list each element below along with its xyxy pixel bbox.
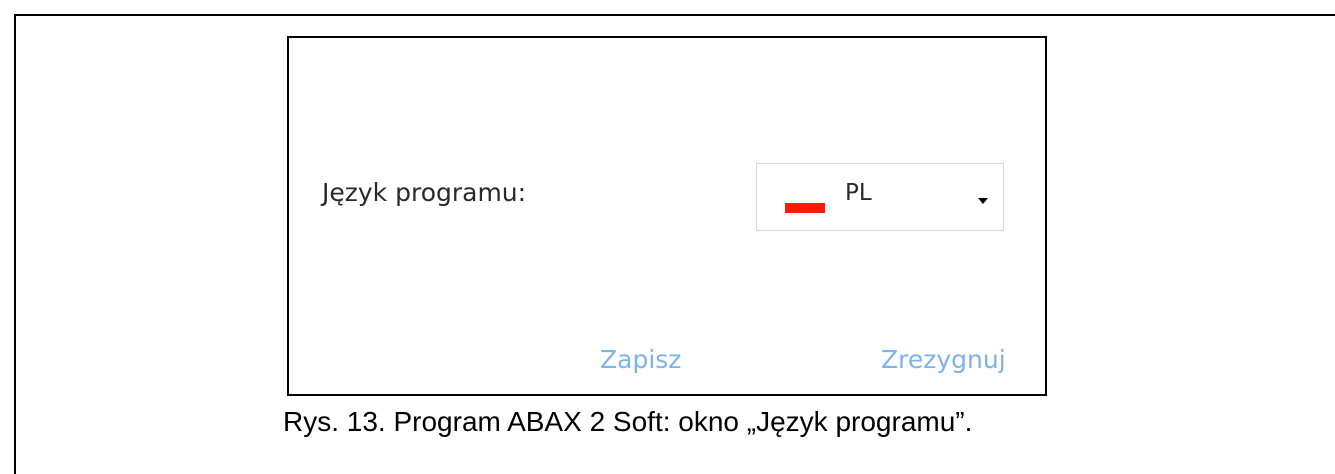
figure-caption: Rys. 13. Program ABAX 2 Soft: okno „Języ… (283, 406, 973, 437)
poland-flag-icon (785, 203, 825, 213)
language-selected-value: PL (845, 180, 872, 206)
language-dialog: Język programu: PL Zapisz Zrezygnuj (287, 36, 1047, 396)
language-label: Język programu: (322, 178, 527, 207)
chevron-down-icon[interactable] (978, 198, 988, 204)
cancel-button[interactable]: Zrezygnuj (881, 345, 1006, 374)
language-dropdown[interactable]: PL (756, 163, 1004, 231)
save-button[interactable]: Zapisz (600, 345, 681, 374)
